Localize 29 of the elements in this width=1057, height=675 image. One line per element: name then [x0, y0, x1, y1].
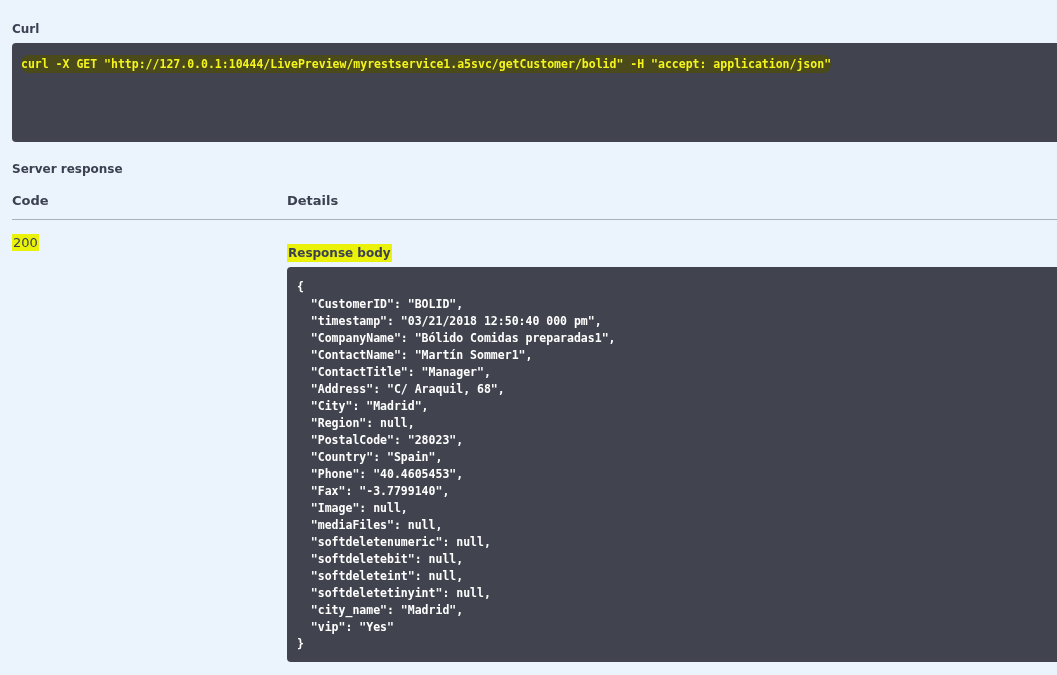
code-line: "PostalCode": "28023",	[309, 432, 464, 449]
section-label: Response body	[287, 244, 392, 262]
code-line: "ContactTitle": "Manager",	[309, 364, 491, 381]
code-line: "Fax": "-3.7799140",	[309, 483, 450, 500]
code-line: "ContactName": "Martín Sommer1",	[309, 347, 533, 364]
code-line: "Image": null,	[309, 500, 408, 517]
code-line: "timestamp": "03/21/2018 12:50:40 000 pm",	[309, 313, 602, 330]
curl-command: curl -X GET "http://127.0.0.1:10444/LivePreview/myrestservice1.a5svc/getCustomer/bolid" -H "accept: application/json"	[21, 55, 832, 73]
code-line: "Address": "C/ Araquil, 68",	[309, 381, 505, 398]
code-line: }	[297, 636, 304, 653]
code-line: "CustomerID": "BOLID",	[309, 296, 464, 313]
code-line: "softdeletenumeric": null,	[309, 534, 491, 551]
code-line: "City": "Madrid",	[309, 398, 429, 415]
code-line: "softdeleteint": null,	[309, 568, 464, 585]
code-line: "city_name": "Madrid",	[309, 602, 464, 619]
code-line: "Country": "Spain",	[309, 449, 443, 466]
code-line: "vip": "Yes"	[309, 619, 394, 636]
code-line: "Region": null,	[309, 415, 415, 432]
code-line: "Phone": "40.4605453",	[309, 466, 464, 483]
status-code: 200	[12, 234, 39, 251]
column-header: Code	[12, 193, 49, 208]
code-line: "softdeletebit": null,	[309, 551, 464, 568]
section-label: Server response	[12, 162, 123, 176]
code-line: {	[297, 279, 304, 296]
code-line: "softdeletetinyint": null,	[309, 585, 491, 602]
code-line: "mediaFiles": null,	[309, 517, 443, 534]
column-header: Details	[287, 193, 339, 208]
section-label: Curl	[12, 22, 40, 36]
code-line: "CompanyName": "Bólido Comidas preparadas1",	[309, 330, 616, 347]
